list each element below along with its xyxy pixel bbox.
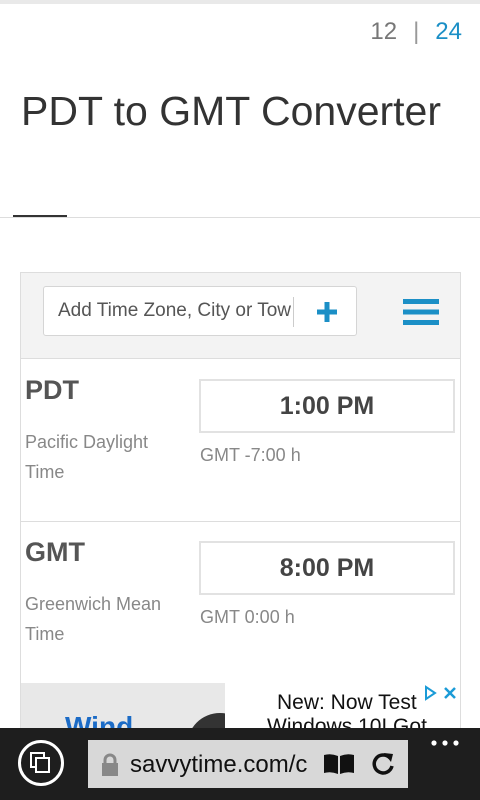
zone-row-pdt: PDT Pacific Daylight Time 1:00 PM GMT -7… [21, 359, 460, 522]
advertisement[interactable]: Wind New: Now Test Windows 10I Got [21, 683, 460, 729]
url-text[interactable]: savvytime.com/c [130, 751, 310, 779]
converter-toolbar [21, 273, 460, 359]
time-format-toggle: 12 | 24 [370, 18, 462, 46]
ad-text-panel: New: Now Test Windows 10I Got [225, 683, 460, 729]
format-12-option[interactable]: 12 [370, 18, 397, 46]
refresh-icon[interactable] [370, 751, 396, 777]
more-icon[interactable] [430, 738, 460, 748]
ad-choices-icon[interactable] [422, 685, 438, 701]
format-separator: | [413, 18, 420, 45]
reading-view-icon[interactable] [322, 752, 356, 776]
zone-offset: GMT 0:00 h [200, 607, 295, 627]
zone-abbr: GMT [25, 537, 85, 567]
zone-offset: GMT -7:00 h [200, 445, 301, 465]
tabs-button[interactable] [18, 740, 64, 786]
search-divider [293, 297, 294, 327]
ad-close-icon[interactable] [442, 685, 458, 701]
ad-left-text: Wind [65, 711, 134, 729]
search-box [43, 286, 357, 336]
tabs-icon [30, 752, 50, 773]
ad-title: New: Now Test [277, 691, 417, 714]
plus-icon[interactable] [312, 297, 342, 327]
lock-icon [102, 753, 118, 776]
format-24-option[interactable]: 24 [435, 18, 462, 46]
zone-name: Pacific Daylight Time [25, 432, 149, 482]
zone-row-gmt: GMT Greenwich Mean Time 8:00 PM GMT 0:00… [21, 521, 460, 684]
address-bar[interactable]: savvytime.com/c [88, 740, 408, 788]
search-input[interactable] [58, 297, 292, 325]
zone-abbr: PDT [25, 375, 79, 405]
hamburger-menu-icon[interactable] [403, 299, 439, 325]
top-border [0, 0, 480, 4]
zone-time-field[interactable]: 1:00 PM [199, 379, 455, 433]
ad-subtitle: Windows 10I Got [267, 715, 427, 729]
converter-card: PDT Pacific Daylight Time 1:00 PM GMT -7… [20, 272, 461, 730]
title-divider [0, 217, 480, 218]
zone-name: Greenwich Mean Time [25, 594, 162, 644]
page-title: PDT to GMT Converter [21, 88, 441, 134]
browser-toolbar: savvytime.com/c [0, 728, 480, 800]
zone-time-field[interactable]: 8:00 PM [199, 541, 455, 595]
